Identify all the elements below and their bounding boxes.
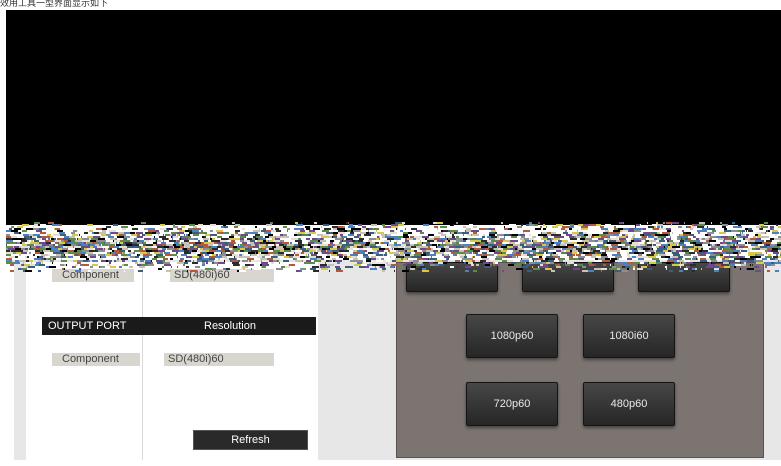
resolution-button-1080p60[interactable]: 1080p60 (466, 314, 558, 358)
resolution-button-1080i60[interactable]: 1080i60 (583, 314, 675, 358)
output-port-label: Component (52, 353, 140, 366)
output-resolution-value: SD(480i)60 (164, 353, 274, 366)
column-divider (142, 262, 143, 460)
video-preview-black (6, 10, 781, 225)
refresh-button[interactable]: Refresh (193, 430, 308, 450)
glitch-noise-band (6, 222, 781, 272)
page-caption: 效用工具一型界面显示如下 (0, 0, 109, 9)
resolution-button-720p60[interactable]: 720p60 (466, 382, 558, 426)
resolution-button-480p60[interactable]: 480p60 (583, 382, 675, 426)
resolution-header: Resolution (144, 317, 316, 335)
output-port-header: OUTPUT PORT (42, 317, 146, 335)
